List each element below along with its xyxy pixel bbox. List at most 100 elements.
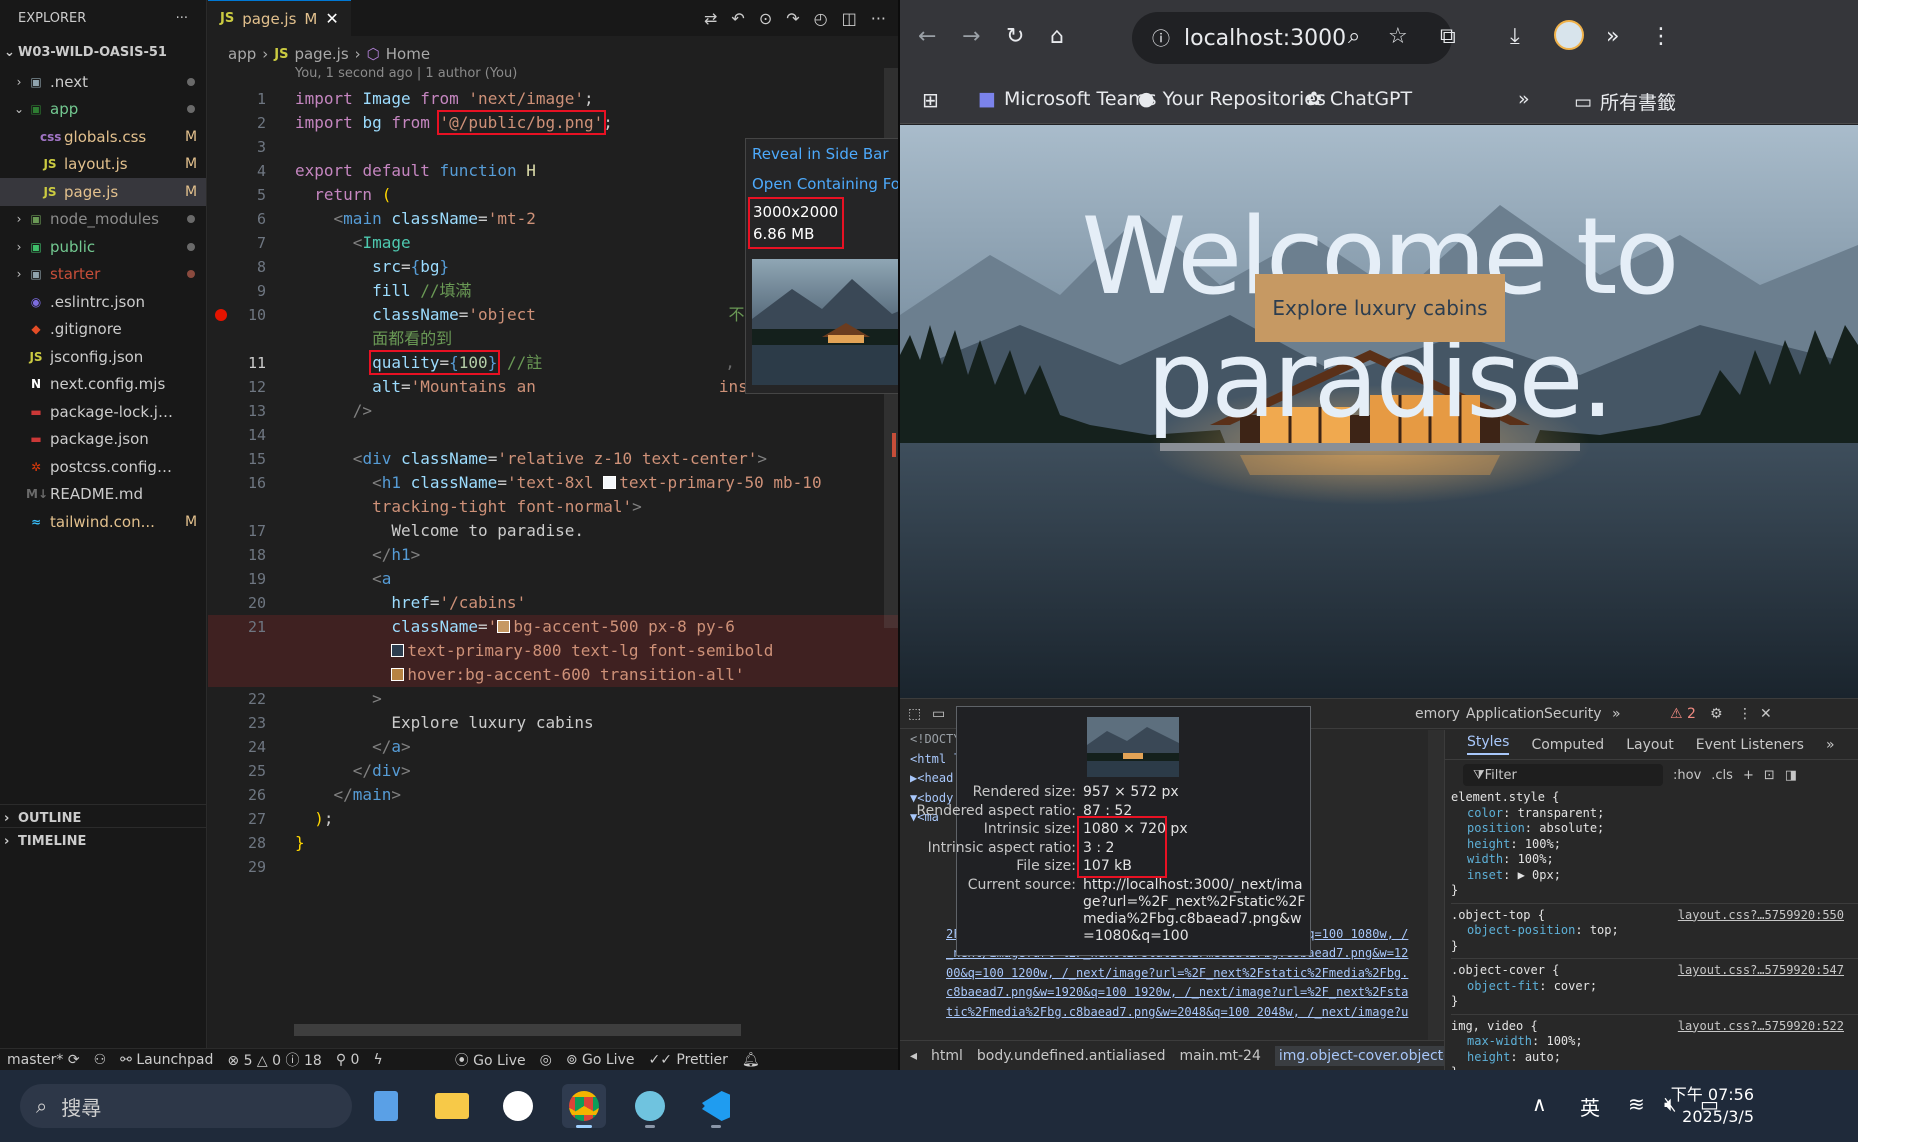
tab-event-listeners[interactable]: Event Listeners bbox=[1696, 737, 1804, 753]
tree-item[interactable]: JS layout.js M bbox=[0, 151, 206, 179]
inspect-element-icon[interactable]: ⬚ bbox=[908, 706, 921, 722]
compare-changes-icon[interactable]: ⇄ bbox=[704, 9, 717, 28]
reveal-in-sidebar-link[interactable]: Reveal in Side Bar bbox=[746, 139, 898, 169]
system-clock[interactable]: 下午 07:56 2025/3/5 bbox=[1671, 1084, 1754, 1128]
launchpad-status[interactable]: ⚯ Launchpad bbox=[113, 1052, 220, 1068]
tab-memory[interactable]: emory bbox=[1415, 706, 1460, 722]
computed-sidebar-icon[interactable]: ◨ bbox=[1785, 768, 1797, 783]
go-live-button-2[interactable]: ⊚ Go Live bbox=[559, 1052, 642, 1068]
back-icon[interactable]: ← bbox=[918, 24, 936, 49]
bookmark-repositories[interactable]: ● Your Repositories bbox=[1138, 88, 1326, 110]
css-selector[interactable]: .object-cover {layout.css?…5759920:547 bbox=[1451, 963, 1858, 979]
chevron-double-right-icon[interactable]: » bbox=[1612, 706, 1621, 722]
extensions-icon[interactable]: ⧉ bbox=[1440, 24, 1456, 49]
tree-item[interactable]: JS page.js M bbox=[0, 178, 206, 206]
css-selector[interactable]: img, video {layout.css?…5759920:522 bbox=[1451, 1019, 1858, 1035]
tree-item[interactable]: › ▣ node_modules bbox=[0, 206, 206, 234]
css-rules[interactable]: element.style {color: transparent; positi… bbox=[1445, 790, 1858, 1086]
warnings-badge[interactable]: ⚠ 2 bbox=[1670, 706, 1696, 722]
tree-item[interactable]: › ▣ public bbox=[0, 233, 206, 261]
tree-item[interactable]: › ▣ starter bbox=[0, 261, 206, 289]
chrome-app-icon[interactable] bbox=[562, 1084, 606, 1128]
tree-item[interactable]: JS jsconfig.json bbox=[0, 343, 206, 371]
tree-item[interactable]: ▬ package.json bbox=[0, 426, 206, 454]
add-rule-icon[interactable]: + bbox=[1743, 768, 1754, 783]
project-root[interactable]: ⌄ W03-WILD-OASIS-51 bbox=[0, 36, 206, 68]
branch-status[interactable]: master* ⟳ bbox=[0, 1052, 87, 1068]
go-forward-icon[interactable]: ↷ bbox=[786, 9, 799, 28]
notepad-app-icon[interactable] bbox=[364, 1084, 408, 1128]
bookmark-star-icon[interactable]: ☆ bbox=[1388, 24, 1408, 49]
menu-icon[interactable]: ⋮ bbox=[1650, 24, 1672, 49]
taskbar-search[interactable]: ⌕ 搜尋 bbox=[20, 1084, 352, 1128]
file-explorer-app-icon[interactable] bbox=[430, 1084, 474, 1128]
reload-icon[interactable]: ↻ bbox=[1006, 24, 1024, 49]
tab-layout[interactable]: Layout bbox=[1626, 737, 1674, 753]
vscode-app-icon[interactable] bbox=[694, 1084, 738, 1128]
tree-item[interactable]: ✲ postcss.config.mjs bbox=[0, 453, 206, 481]
css-declaration[interactable]: height: 100%; bbox=[1451, 837, 1858, 853]
broadcast-icon[interactable]: ◎ bbox=[533, 1052, 559, 1068]
bookmark-chatgpt[interactable]: ✿ ChatGPT bbox=[1306, 88, 1412, 110]
timeline-icon[interactable]: ◴ bbox=[814, 9, 828, 28]
css-source-link[interactable]: layout.css?…5759920:547 bbox=[1678, 963, 1844, 979]
css-declaration[interactable]: width: 100%; bbox=[1451, 852, 1858, 868]
css-selector[interactable]: element.style { bbox=[1451, 790, 1858, 806]
go-back-icon[interactable]: ↶ bbox=[731, 9, 744, 28]
tree-item[interactable]: ◆ .gitignore bbox=[0, 316, 206, 344]
tab-application[interactable]: Application bbox=[1466, 706, 1544, 722]
device-toolbar-icon[interactable]: ▭ bbox=[932, 706, 945, 722]
css-declaration[interactable]: position: absolute; bbox=[1451, 821, 1858, 837]
zoom-icon[interactable]: ⌕ bbox=[1348, 24, 1360, 49]
breadcrumb-folder[interactable]: app bbox=[228, 45, 256, 63]
prettier-status[interactable]: ✓✓ Prettier bbox=[641, 1052, 734, 1068]
chevron-double-right-icon[interactable]: » bbox=[1826, 737, 1835, 753]
breadcrumb-symbol[interactable]: Home bbox=[386, 45, 430, 63]
toggle-element-state-icon[interactable]: ⊡ bbox=[1764, 768, 1775, 783]
close-devtools-icon[interactable]: ✕ bbox=[1760, 706, 1772, 722]
downloads-icon[interactable]: ⤓ bbox=[1510, 24, 1520, 49]
cls-toggle[interactable]: .cls bbox=[1711, 768, 1733, 783]
hov-toggle[interactable]: :hov bbox=[1673, 768, 1701, 783]
timeline-section[interactable]: › TIMELINE bbox=[0, 827, 207, 855]
site-info-icon[interactable]: ⓘ bbox=[1152, 25, 1170, 51]
tree-item[interactable]: ◉ .eslintrc.json bbox=[0, 288, 206, 316]
css-declaration[interactable]: height: auto; bbox=[1451, 1050, 1858, 1066]
css-source-link[interactable]: layout.css?…5759920:522 bbox=[1678, 1019, 1844, 1035]
tree-item[interactable]: › ▣ .next bbox=[0, 68, 206, 96]
tab-security[interactable]: Security bbox=[1544, 706, 1602, 722]
more-options-icon[interactable]: ⋮ bbox=[1738, 706, 1752, 722]
tree-item[interactable]: M↓ README.md bbox=[0, 481, 206, 509]
home-icon[interactable]: ⌂ bbox=[1050, 24, 1064, 49]
forward-icon[interactable]: → bbox=[962, 24, 980, 49]
commit-icon[interactable]: ⊙ bbox=[759, 9, 772, 28]
chevron-double-right-icon[interactable]: » bbox=[1606, 24, 1619, 49]
open-containing-folder-link[interactable]: Open Containing Folder bbox=[746, 169, 898, 199]
css-declaration[interactable]: color: transparent; bbox=[1451, 806, 1858, 822]
git-graph-icon[interactable]: ⚇ bbox=[87, 1052, 114, 1068]
notifications-icon[interactable]: 🔔︎ bbox=[735, 1052, 767, 1068]
styles-filter-input[interactable]: ⧩ Filter bbox=[1463, 764, 1663, 786]
tree-item[interactable]: css globals.css M bbox=[0, 123, 206, 151]
crumb-body[interactable]: body.undefined.antialiased bbox=[977, 1048, 1166, 1064]
crumb-img[interactable]: img.object-cover.object-top bbox=[1274, 1045, 1444, 1066]
tree-item[interactable]: ⌄ ▣ app bbox=[0, 96, 206, 124]
srcset-line[interactable]: 00&q=100 1200w, /_next/image?url=%2F_nex… bbox=[900, 964, 1425, 984]
breadcrumb-file[interactable]: page.js bbox=[294, 45, 348, 63]
go-live-button[interactable]: ⦿ Go Live bbox=[448, 1050, 533, 1070]
css-declaration[interactable]: inset: ▶ 0px; bbox=[1451, 868, 1858, 884]
tab-page-js[interactable]: JS page.js M ✕ bbox=[208, 0, 351, 36]
paint-app-icon[interactable] bbox=[628, 1084, 672, 1128]
chevron-left-icon[interactable]: ◂ bbox=[910, 1048, 917, 1064]
ime-indicator[interactable]: 英 bbox=[1580, 1092, 1600, 1121]
horizontal-scrollbar[interactable] bbox=[294, 1024, 741, 1036]
explore-cabins-button[interactable]: Explore luxury cabins bbox=[1255, 274, 1505, 342]
srcset-line[interactable]: tic%2Fmedia%2Fbg.c8baead7.png&w=2048&q=1… bbox=[900, 1003, 1425, 1023]
crumb-main[interactable]: main.mt-24 bbox=[1179, 1048, 1260, 1064]
tab-computed[interactable]: Computed bbox=[1531, 737, 1604, 753]
profile-avatar[interactable] bbox=[1554, 20, 1584, 56]
elements-scrollbar[interactable] bbox=[1428, 730, 1444, 1041]
chevron-double-right-icon[interactable]: » bbox=[1518, 88, 1530, 110]
crumb-html[interactable]: html bbox=[931, 1048, 963, 1064]
apps-icon[interactable]: ⊞ bbox=[922, 88, 939, 112]
